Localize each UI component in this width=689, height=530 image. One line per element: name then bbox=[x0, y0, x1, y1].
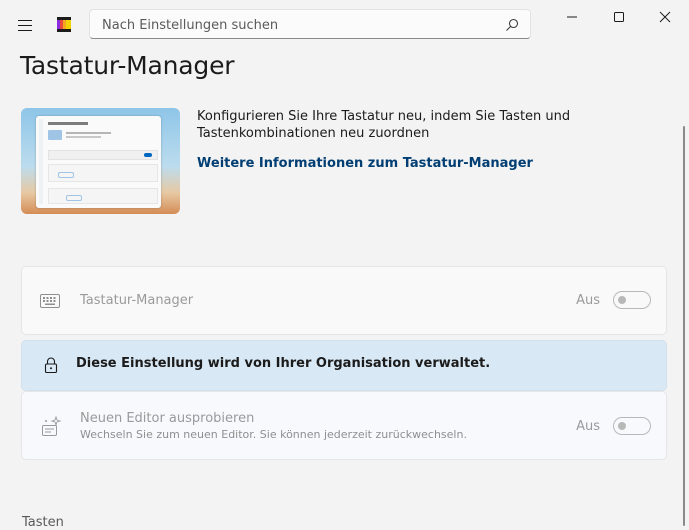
maximize-button[interactable] bbox=[596, 3, 642, 29]
editor-sparkle-icon bbox=[40, 415, 62, 442]
search-icon[interactable] bbox=[505, 17, 519, 31]
toggle-state-label: Aus bbox=[576, 419, 600, 434]
page-title: Tastatur-Manager bbox=[20, 51, 235, 80]
toggle-state-label: Aus bbox=[576, 293, 600, 308]
hamburger-menu-icon[interactable] bbox=[15, 16, 35, 34]
keyboard-manager-toggle[interactable] bbox=[613, 291, 651, 309]
maximize-icon bbox=[614, 12, 624, 22]
close-icon bbox=[659, 11, 671, 23]
new-editor-label: Neuen Editor ausprobieren bbox=[80, 411, 255, 426]
search-box[interactable] bbox=[89, 9, 531, 39]
policy-message: Diese Einstellung wird von Ihrer Organis… bbox=[76, 356, 491, 371]
minimize-icon bbox=[567, 16, 577, 18]
learn-more-link[interactable]: Weitere Informationen zum Tastatur-Manag… bbox=[197, 156, 533, 171]
enable-keyboard-manager-card: Tastatur-Manager Aus bbox=[21, 266, 667, 335]
close-button[interactable] bbox=[642, 3, 688, 29]
policy-info-banner: Diese Einstellung wird von Ihrer Organis… bbox=[21, 340, 667, 391]
new-editor-sublabel: Wechseln Sie zum neuen Editor. Sie könne… bbox=[80, 428, 467, 441]
keyboard-icon bbox=[40, 293, 60, 312]
new-editor-card: Neuen Editor ausprobieren Wechseln Sie z… bbox=[21, 391, 667, 460]
powertoys-app-icon bbox=[57, 17, 71, 32]
search-input[interactable] bbox=[100, 14, 484, 36]
minimize-button[interactable] bbox=[549, 3, 595, 29]
new-editor-toggle[interactable] bbox=[613, 417, 651, 435]
scrollbar[interactable] bbox=[683, 126, 685, 526]
keyboard-manager-label: Tastatur-Manager bbox=[80, 293, 194, 308]
lock-icon bbox=[44, 357, 58, 378]
hero-image bbox=[21, 108, 180, 214]
page-description: Konfigurieren Sie Ihre Tastatur neu, ind… bbox=[197, 109, 571, 141]
